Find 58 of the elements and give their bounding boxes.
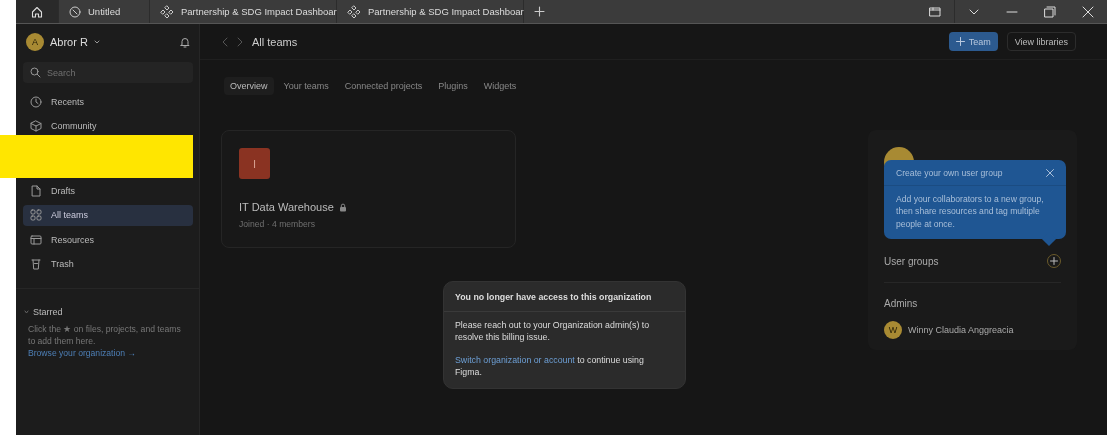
tooltip-text: Add your collaborators to a new group, then share resources and tag multiple people at once. [895, 193, 1045, 231]
file-icon [30, 184, 42, 197]
view-libraries-button[interactable]: View libraries [1006, 32, 1076, 51]
tooltip-title: Create your own user group [896, 168, 1003, 178]
sidebar-item[interactable]: All teams [23, 204, 193, 226]
team-name: IT Data Warehouse [239, 201, 334, 213]
plus-icon [1050, 257, 1058, 265]
tab[interactable]: Connected projects [338, 77, 429, 95]
home-icon [31, 5, 43, 18]
cube-icon [30, 120, 42, 132]
dialog-text: Switch organization or account to continue using Figma. [454, 354, 645, 379]
switch-account-link[interactable]: Switch organization or account [455, 355, 575, 365]
admin-name: Winny Claudia Anggreacia [908, 325, 1014, 335]
section-title: Starred [33, 307, 63, 317]
forward-icon[interactable] [237, 36, 243, 47]
tab[interactable]: Widgets [477, 77, 523, 95]
restore-icon[interactable] [1044, 5, 1056, 18]
search-icon [30, 67, 41, 78]
sidebar-item[interactable]: Recents [23, 91, 193, 112]
page-title: All teams [252, 35, 298, 48]
clock-icon [30, 95, 42, 108]
sidebar-item[interactable]: Resources [23, 229, 193, 250]
caret-icon[interactable] [93, 40, 100, 44]
home-tab[interactable] [16, 0, 59, 23]
dialog-title: You no longer have access to this organization [444, 282, 685, 312]
tab[interactable]: Your teams [277, 77, 335, 95]
component-icon [160, 4, 174, 19]
team-card[interactable]: I IT Data Warehouse Joined · 4 members [221, 130, 516, 248]
search-field[interactable]: Search [23, 62, 193, 83]
hint-text: Click the ★ on files, projects, and teams to add them here. [28, 323, 182, 347]
avatar: W [884, 321, 902, 339]
layout-icon [30, 233, 42, 246]
sidebar-item[interactable]: Drafts [23, 180, 193, 201]
add-group-button[interactable] [1047, 254, 1061, 268]
close-icon [1046, 169, 1054, 177]
section-title: Admins [884, 298, 919, 309]
close-button[interactable] [1046, 169, 1054, 177]
sidebar-item[interactable]: Community [23, 115, 193, 137]
component-icon [347, 4, 361, 19]
plus-icon [955, 37, 965, 46]
team-meta: Joined · 4 members [239, 219, 316, 229]
tab[interactable]: Plugins [432, 77, 474, 95]
team-avatar: I [239, 148, 270, 179]
user-name[interactable]: Abror R [50, 36, 88, 48]
plus-icon[interactable] [534, 6, 545, 17]
dialog-text: Please reach out to your Organization admin(s) to resolve this billing issue. [454, 319, 651, 343]
bell-icon[interactable] [179, 36, 191, 48]
browse-link[interactable]: Browse your organization → [28, 347, 189, 359]
grid-icon [30, 209, 42, 221]
avatar: A [26, 33, 44, 51]
trash-icon [30, 258, 42, 270]
sidebar-item[interactable]: Trash [23, 253, 193, 275]
screen-icon[interactable] [929, 5, 941, 18]
close-icon[interactable] [1082, 5, 1094, 18]
back-icon[interactable] [222, 36, 228, 47]
tab[interactable]: Overview [224, 77, 274, 95]
section-title: User groups [884, 255, 939, 267]
new-team-button[interactable]: Team [948, 32, 998, 51]
